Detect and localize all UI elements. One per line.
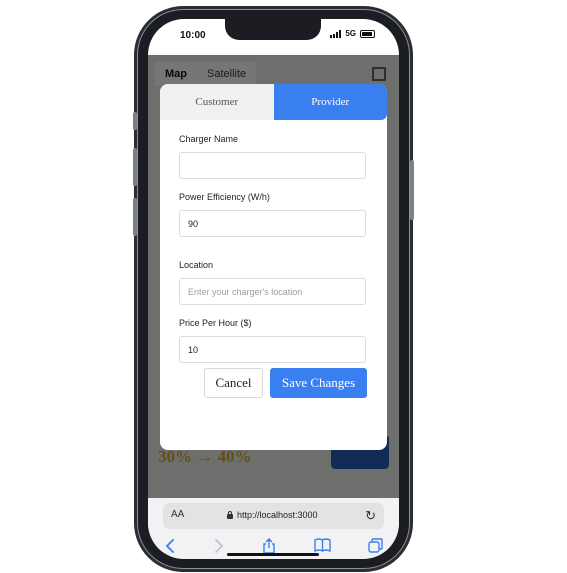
- power-efficiency-input[interactable]: 90: [179, 210, 366, 237]
- mute-switch: [133, 112, 137, 130]
- power-button: [410, 160, 414, 220]
- forward-icon[interactable]: [214, 538, 224, 554]
- tabs-icon[interactable]: [368, 538, 383, 553]
- lock-icon: [227, 511, 233, 519]
- safari-toolbar: AA http://localhost:3000 ↻: [148, 498, 399, 559]
- signal-icon: [330, 29, 342, 38]
- bookmarks-icon[interactable]: [314, 538, 331, 553]
- tab-customer[interactable]: Customer: [160, 84, 274, 120]
- save-changes-button[interactable]: Save Changes: [270, 368, 367, 398]
- charger-name-input[interactable]: [179, 152, 366, 179]
- address-bar[interactable]: AA http://localhost:3000 ↻: [163, 503, 384, 529]
- reload-icon[interactable]: ↻: [365, 509, 376, 522]
- cancel-button[interactable]: Cancel: [204, 368, 263, 398]
- status-indicators: 5G: [330, 29, 375, 38]
- charger-modal: Customer Provider Charger Name Power Eff…: [160, 84, 387, 450]
- role-tabs: Customer Provider: [160, 84, 387, 120]
- location-input[interactable]: Enter your charger's location: [179, 278, 366, 305]
- price-per-hour-label: Price Per Hour ($): [179, 318, 252, 328]
- volume-down-button: [133, 198, 137, 236]
- tab-provider[interactable]: Provider: [273, 84, 387, 120]
- notch: [225, 19, 321, 40]
- home-indicator: [227, 553, 319, 556]
- battery-icon: [360, 29, 375, 38]
- phone-screen: 10:00 5G Map Satellite 30% → 40% Custome…: [148, 19, 399, 559]
- status-time: 10:00: [180, 30, 206, 41]
- charger-name-label: Charger Name: [179, 134, 239, 144]
- price-per-hour-input[interactable]: 10: [179, 336, 366, 363]
- location-label: Location: [179, 260, 214, 270]
- modal-actions: Cancel Save Changes: [204, 368, 367, 398]
- text-size-button[interactable]: AA: [171, 509, 184, 520]
- url-text[interactable]: http://localhost:3000: [237, 510, 318, 520]
- power-efficiency-label: Power Efficiency (W/h): [179, 192, 270, 202]
- volume-up-button: [133, 148, 137, 186]
- charger-form: Charger Name Power Efficiency (W/h) 90 L…: [160, 134, 387, 363]
- network-label: 5G: [345, 29, 356, 38]
- back-icon[interactable]: [165, 538, 175, 554]
